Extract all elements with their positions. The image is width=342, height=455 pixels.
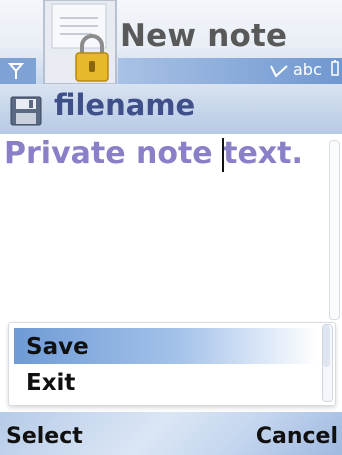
filename-label: filename [54,88,196,122]
signal-icon [8,63,24,79]
window-title: New note [120,18,288,54]
menu-item-save-label[interactable]: Save [26,334,89,360]
text-caret [222,138,224,172]
menu-scrollbar-thumb[interactable] [323,325,330,367]
menu-item-exit[interactable]: Exit [26,370,75,396]
note-text[interactable]: Private note text. [4,136,303,171]
battery-icon [331,60,339,76]
editor-scrollbar[interactable] [329,140,340,320]
softkey-select[interactable]: Select [6,424,83,449]
softkey-cancel[interactable]: Cancel [256,424,338,449]
edit-mode-icon [270,65,288,78]
input-mode-indicator: abc [293,60,322,79]
floppy-disk-icon [10,96,42,126]
notepad-lock-icon [43,0,117,84]
